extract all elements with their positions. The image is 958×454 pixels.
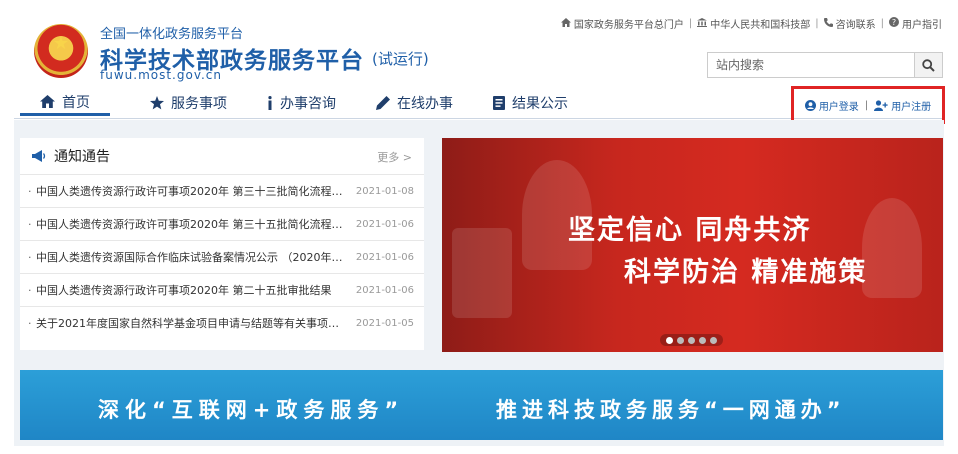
nav-results-label: 结果公示 [512,96,568,112]
nav-online-label: 在线办事 [397,96,453,112]
list-item[interactable]: · 中国人类遗传资源行政许可事项2020年 第二十五批审批结果 2021-01-… [20,273,424,306]
search-icon [922,58,935,72]
platform-subtitle: 全国一体化政务服务平台 [100,27,244,42]
promo-text-1: 深化“互联网+政务服务” [98,398,405,422]
bullet: · [28,184,32,198]
notice-item-text[interactable]: 关于2021年度国家自然科学基金项目申请与结题等有关事项的... [36,315,344,331]
pencil-icon [376,96,390,110]
carousel-dot[interactable] [699,336,706,344]
bullet: · [28,250,32,264]
notice-item-text[interactable]: 中国人类遗传资源行政许可事项2020年 第三十三批简化流程审... [36,183,344,199]
banner-headline-1: 坚定信心 同舟共济 [568,215,812,246]
banner-figure-right [862,198,922,298]
notice-item-date: 2021-01-06 [355,251,414,263]
notice-item-text[interactable]: 中国人类遗传资源行政许可事项2020年 第三十五批简化流程审... [36,216,344,232]
notice-item-date: 2021-01-06 [355,218,414,230]
site-search [707,52,943,78]
list-item[interactable]: · 中国人类遗传资源行政许可事项2020年 第三十五批简化流程审... 2021… [20,207,424,240]
ministry-link[interactable]: 中华人民共和国科技部 [710,16,810,31]
search-button[interactable] [914,53,942,77]
notice-item-text[interactable]: 中国人类遗传资源国际合作临床试验备案情况公示 （2020年1... [36,249,344,265]
star-icon [150,96,164,110]
notice-item-date: 2021-01-05 [355,317,414,329]
divider: | [880,18,884,29]
carousel-dot[interactable] [688,336,695,344]
notice-header: 通知通告 更多 > [20,138,424,174]
notice-list: · 中国人类遗传资源行政许可事项2020年 第三十三批简化流程审... 2021… [20,174,424,339]
nav-home[interactable]: 首页 [20,90,110,116]
login-link[interactable]: 用户登录 [819,98,859,113]
carousel-indicators [660,334,723,346]
list-item[interactable]: · 中国人类遗传资源行政许可事项2020年 第三十三批简化流程审... 2021… [20,174,424,207]
register-link[interactable]: 用户注册 [891,98,931,113]
help-icon: ? [889,17,899,30]
national-emblem-logo [34,24,88,78]
top-links: 国家政务服务平台总门户 | 中华人民共和国科技部 | 咨询联系 | ? 用户指引 [560,16,942,31]
contact-link[interactable]: 咨询联系 [836,16,876,31]
notice-item-text[interactable]: 中国人类遗传资源行政许可事项2020年 第二十五批审批结果 [36,282,344,298]
nav-results[interactable]: 结果公示 [493,90,568,116]
info-icon [267,96,273,110]
home-icon [40,95,55,108]
nav-consult-label: 办事咨询 [280,96,336,112]
search-input[interactable] [708,53,914,77]
divider: | [864,99,869,111]
phone-icon [823,17,833,30]
nav-services-label: 服务事项 [171,96,227,112]
home-icon [560,17,571,30]
promo-banner[interactable]: 深化“互联网+政务服务” 推进科技政务服务“一网通办” [20,370,943,440]
svg-text:?: ? [892,18,896,27]
carousel-dot[interactable] [710,336,717,344]
nav-home-label: 首页 [62,94,90,111]
bullet: · [28,217,32,231]
user-circle-icon [804,99,816,111]
promo-text-2: 推进科技政务服务“一网通办” [496,398,846,422]
bullet: · [28,316,32,330]
megaphone-icon [32,150,46,162]
bullet: · [28,283,32,297]
more-link[interactable]: 更多 > [377,149,412,165]
notice-item-date: 2021-01-08 [355,185,414,197]
banner-carousel[interactable]: 坚定信心 同舟共济 科学防治 精准施策 [442,138,943,352]
trial-label: (试运行) [372,50,429,68]
nav-services[interactable]: 服务事项 [150,90,227,116]
carousel-dot[interactable] [677,336,684,344]
main-nav: 首页 服务事项 办事咨询 在线办事 结果公示 [20,90,608,118]
list-item[interactable]: · 关于2021年度国家自然科学基金项目申请与结题等有关事项的... 2021-… [20,306,424,339]
carousel-dot[interactable] [666,336,673,344]
portal-link[interactable]: 国家政务服务平台总门户 [574,16,684,31]
document-icon [493,96,505,110]
notice-item-date: 2021-01-06 [355,284,414,296]
divider: | [815,18,819,29]
institution-icon [697,17,708,30]
user-plus-icon [874,99,888,111]
list-item[interactable]: · 中国人类遗传资源国际合作临床试验备案情况公示 （2020年1... 2021… [20,240,424,273]
nav-online[interactable]: 在线办事 [376,90,453,116]
divider: | [688,18,693,29]
auth-links: 用户登录 | 用户注册 [791,86,945,124]
site-domain: fuwu.most.gov.cn [100,68,223,82]
banner-headline-2: 科学防治 精准施策 [624,257,868,288]
notice-title: 通知通告 [54,149,110,165]
notice-panel: 通知通告 更多 > · 中国人类遗传资源行政许可事项2020年 第三十三批简化流… [20,138,424,350]
guide-link[interactable]: 用户指引 [902,16,942,31]
banner-figure-lab [452,228,512,318]
nav-consult[interactable]: 办事咨询 [267,90,336,116]
